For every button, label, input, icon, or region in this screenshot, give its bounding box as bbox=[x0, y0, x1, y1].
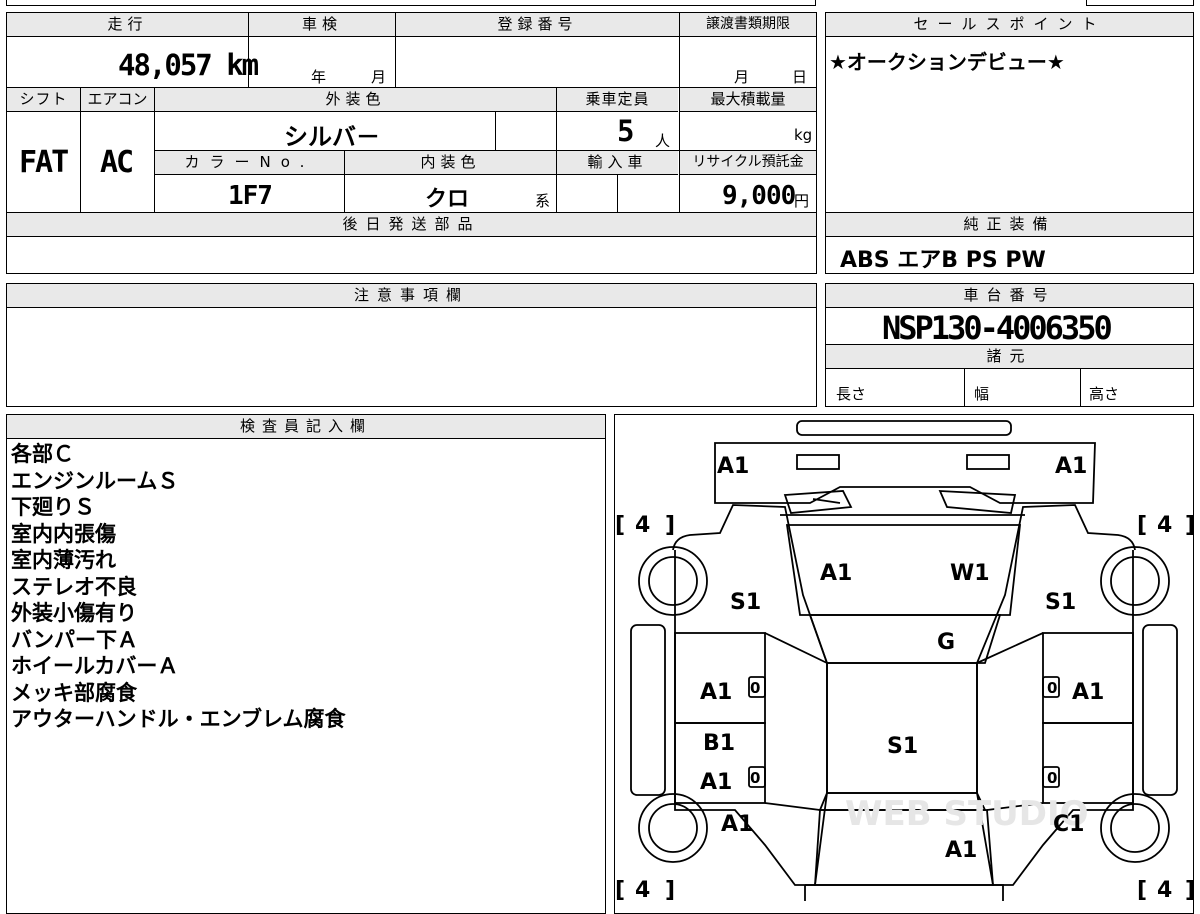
inspection-label: 車検 bbox=[249, 13, 395, 37]
door-front-left-small: 0 bbox=[750, 679, 760, 697]
door-front-right-grade: A1 bbox=[1072, 680, 1104, 705]
inspector-comment-line: 室内薄汚れ bbox=[11, 548, 116, 572]
color-no-value: 1F7 bbox=[228, 181, 273, 211]
capacity-label: 乗車定員 bbox=[557, 88, 678, 112]
svg-text:]: ] bbox=[665, 513, 675, 538]
mileage-label: 走行 bbox=[7, 13, 248, 37]
capacity-unit: 人 bbox=[655, 132, 671, 150]
front-right-grade: A1 bbox=[1055, 454, 1087, 479]
interior-color-suffix: 系 bbox=[535, 192, 551, 210]
inspection-month-unit: 月 bbox=[371, 68, 387, 86]
inspector-comments: 各部Ｃ エンジンルームＳ 下廻りＳ 室内内張傷 室内薄汚れ ステレオ不良 外装小傷有り バンパ… bbox=[11, 441, 346, 733]
svg-text:[: [ bbox=[615, 513, 625, 538]
windshield-grade: G bbox=[937, 630, 955, 655]
shift-label: シフト bbox=[7, 88, 80, 112]
inspector-comment-line: バンパー下Ａ bbox=[11, 627, 139, 652]
import-label: 輸入車 bbox=[557, 151, 678, 175]
inspector-comment-line: ステレオ不良 bbox=[11, 574, 137, 599]
transfer-day-unit: 日 bbox=[792, 68, 808, 86]
chassis-value: NSP130-4006350 bbox=[882, 309, 1113, 347]
exterior-color-label: 外装色 bbox=[155, 88, 556, 112]
hood-right-grade: W1 bbox=[950, 561, 990, 586]
top-strip-right bbox=[1086, 0, 1194, 6]
roof-grade: S1 bbox=[887, 734, 918, 759]
inspector-comment-line: アウターハンドル・エンブレム腐食 bbox=[11, 707, 346, 731]
inspector-comment-line: エンジンルームＳ bbox=[11, 468, 179, 493]
chassis-label: 車台番号 bbox=[826, 284, 1193, 308]
front-left-grade: A1 bbox=[717, 454, 749, 479]
door-front-left-grade: A1 bbox=[700, 680, 732, 705]
recycle-fee-value: 9,000 bbox=[722, 181, 796, 211]
aircon-label: エアコン bbox=[81, 88, 154, 112]
tire-front-left-grade: 4 bbox=[635, 513, 650, 538]
shift-value: FAT bbox=[19, 145, 69, 180]
capacity-value: 5 bbox=[617, 114, 635, 148]
inspector-comment-line: メッキ部腐食 bbox=[11, 680, 137, 705]
spec-width-label: 幅 bbox=[974, 385, 990, 403]
inspector-comment-line: 各部Ｃ bbox=[11, 442, 74, 466]
svg-text:]: ] bbox=[665, 878, 675, 901]
registration-label: 登録番号 bbox=[396, 13, 679, 37]
transfer-month-unit: 月 bbox=[734, 68, 750, 86]
svg-text:[: [ bbox=[1137, 878, 1147, 901]
interior-color-label: 内装色 bbox=[345, 151, 556, 175]
tire-rear-left-grade: 4 bbox=[635, 878, 650, 901]
inspector-comment-line: 室内内張傷 bbox=[11, 521, 116, 546]
hood-left-grade: A1 bbox=[820, 561, 852, 586]
trunk-grade: A1 bbox=[945, 838, 977, 863]
door-rear-right-small: 0 bbox=[1047, 769, 1057, 787]
mileage-value: 48,057 km bbox=[118, 48, 259, 82]
notes-label: 注意事項欄 bbox=[7, 284, 816, 308]
exterior-color-value: シルバ－ bbox=[284, 123, 380, 151]
spec-length-label: 長さ bbox=[836, 385, 867, 403]
fender-right-grade: S1 bbox=[1045, 590, 1076, 615]
inspector-comment-line: 外装小傷有り bbox=[11, 601, 137, 625]
max-load-unit: kg bbox=[794, 126, 813, 144]
inspection-year-unit: 年 bbox=[311, 68, 327, 86]
svg-text:]: ] bbox=[1185, 878, 1193, 901]
top-strip-left bbox=[6, 0, 816, 6]
aircon-value: AC bbox=[100, 145, 134, 180]
spec-height-label: 高さ bbox=[1089, 385, 1120, 403]
door-front-right-small: 0 bbox=[1047, 679, 1057, 697]
fender-left-grade: S1 bbox=[730, 590, 761, 615]
watermark: WEB STUDIO bbox=[845, 794, 1089, 834]
tire-rear-right-grade: 4 bbox=[1157, 878, 1172, 901]
color-no-label: カラーNo. bbox=[155, 151, 344, 175]
sales-point-label: セールスポイント bbox=[826, 13, 1193, 37]
svg-text:]: ] bbox=[1185, 513, 1193, 538]
equipment-text: ABS エアB PS PW bbox=[840, 248, 1046, 273]
transfer-deadline-label: 譲渡書類期限 bbox=[680, 13, 816, 37]
recycle-fee-unit: 円 bbox=[794, 192, 810, 210]
inspector-comment-line: 下廻りＳ bbox=[11, 495, 95, 519]
recycle-fee-label: リサイクル預託金 bbox=[680, 151, 816, 175]
door-rear-left-top-grade: B1 bbox=[703, 731, 735, 756]
max-load-label: 最大積載量 bbox=[680, 88, 816, 112]
specs-label: 諸元 bbox=[826, 345, 1193, 369]
sales-point-box bbox=[825, 12, 1194, 213]
svg-text:[: [ bbox=[1137, 513, 1147, 538]
door-rear-left-grade: A1 bbox=[700, 770, 732, 795]
tire-front-right-grade: 4 bbox=[1157, 513, 1172, 538]
equipment-label: 純正装備 bbox=[826, 213, 1193, 237]
interior-color-value: クロ bbox=[425, 187, 470, 212]
inspector-label: 検査員記入欄 bbox=[7, 415, 605, 439]
sales-point-text: ★オークションデビュー★ bbox=[829, 50, 1065, 74]
rear-right-grade: C1 bbox=[1053, 812, 1084, 837]
door-rear-left-small: 0 bbox=[750, 769, 760, 787]
car-damage-diagram: WEB STUDIO [ ] [ ] [ ] [ ] 4 4 4 4 A1 A1… bbox=[615, 420, 1193, 901]
svg-text:[: [ bbox=[615, 878, 625, 901]
rear-left-grade: A1 bbox=[721, 812, 753, 837]
inspector-comment-line: ホイールカバーＡ bbox=[11, 654, 179, 678]
later-parts-label: 後日発送部品 bbox=[7, 213, 816, 237]
